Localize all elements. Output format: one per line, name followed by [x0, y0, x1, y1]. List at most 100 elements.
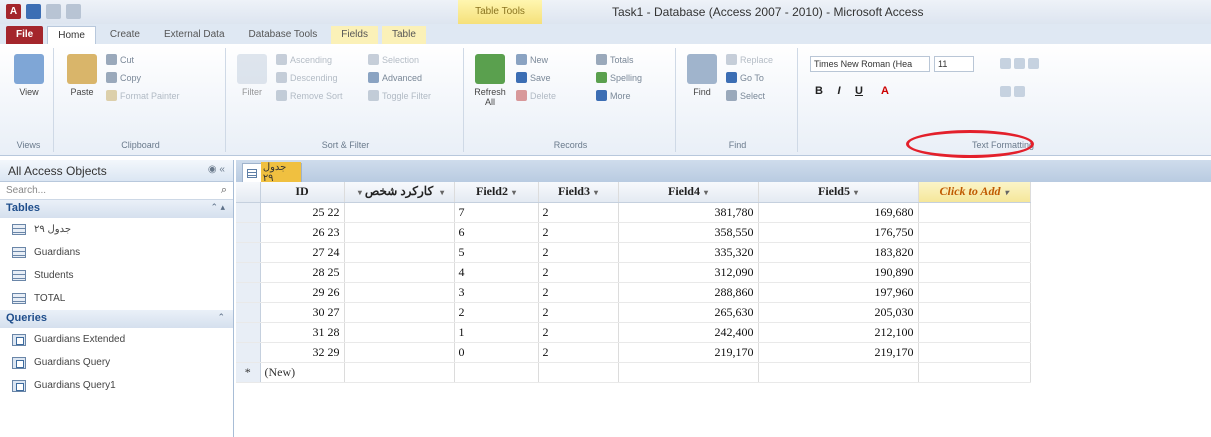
cell-f3[interactable]: 2: [538, 242, 619, 263]
cell-f3[interactable]: 2: [538, 282, 619, 303]
cell-empty[interactable]: [618, 362, 759, 383]
nav-search-box[interactable]: Search... ⌕: [0, 182, 233, 200]
italic-button[interactable]: I: [832, 84, 846, 98]
cell-f4[interactable]: 358,550: [618, 222, 759, 243]
cell-empty[interactable]: [344, 242, 455, 263]
select-all-corner[interactable]: [236, 182, 261, 203]
cell-empty[interactable]: [344, 342, 455, 363]
cell-f2[interactable]: 6: [454, 222, 539, 243]
cell-empty[interactable]: [344, 202, 455, 223]
access-logo-icon[interactable]: A: [6, 4, 21, 19]
table-row[interactable]: 25 22 7 2 381,780 169,680: [236, 202, 1031, 223]
cell-f2[interactable]: 5: [454, 242, 539, 263]
record-selector[interactable]: [236, 262, 261, 283]
column-header-field3[interactable]: Field3 ▾: [538, 182, 619, 203]
cell-empty[interactable]: [918, 282, 1031, 303]
cell-id[interactable]: 28 25: [260, 262, 345, 283]
copy-button[interactable]: Copy: [106, 72, 141, 83]
cell-empty[interactable]: [454, 362, 539, 383]
dropdown-arrow-icon[interactable]: ▾: [704, 188, 708, 197]
record-selector[interactable]: [236, 242, 261, 263]
column-header-field4[interactable]: Field4 ▾: [618, 182, 759, 203]
tab-home[interactable]: Home: [47, 26, 96, 44]
spelling-button[interactable]: Spelling: [596, 72, 642, 83]
cut-button[interactable]: Cut: [106, 54, 134, 65]
cell-empty[interactable]: [538, 362, 619, 383]
cell-f4[interactable]: 219,170: [618, 342, 759, 363]
cell-empty[interactable]: [918, 242, 1031, 263]
column-header-field2[interactable]: Field2 ▾: [454, 182, 539, 203]
cell-f2[interactable]: 0: [454, 342, 539, 363]
cell-f5[interactable]: 219,170: [758, 342, 919, 363]
cell-f5[interactable]: 176,750: [758, 222, 919, 243]
cell-f3[interactable]: 2: [538, 302, 619, 323]
dropdown-arrow-icon[interactable]: ▾: [594, 188, 598, 197]
cell-f4[interactable]: 288,860: [618, 282, 759, 303]
record-selector[interactable]: [236, 302, 261, 323]
find-button[interactable]: Find: [682, 50, 722, 112]
cell-f4[interactable]: 335,320: [618, 242, 759, 263]
cell-f5[interactable]: 169,680: [758, 202, 919, 223]
toggle-filter-button[interactable]: Toggle Filter: [368, 90, 431, 101]
record-selector[interactable]: [236, 222, 261, 243]
selection-button[interactable]: Selection: [368, 54, 419, 65]
dropdown-arrow-icon[interactable]: ▾: [440, 188, 444, 197]
column-header-click-to-add[interactable]: Click to Add ▾: [918, 182, 1031, 203]
cell-id[interactable]: 31 28: [260, 322, 345, 343]
tab-external-data[interactable]: External Data: [154, 26, 235, 44]
table-row[interactable]: 29 26 3 2 288,860 197,960: [236, 282, 1031, 303]
cell-id[interactable]: 30 27: [260, 302, 345, 323]
new-record-row[interactable]: * (New): [236, 362, 1031, 383]
cell-empty[interactable]: [918, 302, 1031, 323]
font-name-dropdown[interactable]: Times New Roman (Hea: [810, 56, 930, 72]
cell-empty[interactable]: [918, 342, 1031, 363]
cell-f3[interactable]: 2: [538, 202, 619, 223]
cell-empty[interactable]: [758, 362, 919, 383]
cell-f2[interactable]: 3: [454, 282, 539, 303]
nav-item-guardians-query1[interactable]: Guardians Query1: [0, 374, 233, 397]
tab-database-tools[interactable]: Database Tools: [239, 26, 328, 44]
table-row[interactable]: 31 28 1 2 242,400 212,100: [236, 322, 1031, 343]
cell-id[interactable]: 25 22: [260, 202, 345, 223]
search-icon[interactable]: ⌕: [221, 184, 227, 197]
table-row[interactable]: 27 24 5 2 335,320 183,820: [236, 242, 1031, 263]
cell-f3[interactable]: 2: [538, 342, 619, 363]
cell-f4[interactable]: 381,780: [618, 202, 759, 223]
cell-f5[interactable]: 212,100: [758, 322, 919, 343]
cell-id[interactable]: 29 26: [260, 282, 345, 303]
goto-button[interactable]: Go To: [726, 72, 764, 83]
record-selector[interactable]: [236, 202, 261, 223]
save-icon[interactable]: [26, 4, 41, 19]
cell-f3[interactable]: 2: [538, 262, 619, 283]
nav-item-guardians-query[interactable]: Guardians Query: [0, 351, 233, 374]
nav-item-guardians-extended[interactable]: Guardians Extended: [0, 328, 233, 351]
filter-button[interactable]: Filter: [232, 50, 272, 112]
paste-button[interactable]: Paste: [62, 50, 102, 112]
select-button[interactable]: Select: [726, 90, 765, 101]
cell-empty[interactable]: [344, 222, 455, 243]
ascending-button[interactable]: Ascending: [276, 54, 332, 65]
nav-pane-header[interactable]: All Access Objects ◉ «: [0, 160, 233, 182]
cell-f3[interactable]: 2: [538, 222, 619, 243]
bold-button[interactable]: B: [812, 84, 826, 98]
tab-create[interactable]: Create: [100, 26, 150, 44]
dropdown-arrow-icon[interactable]: ▾: [1004, 188, 1008, 197]
tab-table[interactable]: Table: [381, 26, 426, 44]
new-record-button[interactable]: New: [516, 54, 548, 65]
dropdown-arrow-icon[interactable]: ▾: [854, 188, 858, 197]
align-buttons[interactable]: [1000, 58, 1039, 69]
nav-group-queries[interactable]: Queries ⌃: [0, 310, 233, 328]
advanced-button[interactable]: Advanced: [368, 72, 422, 83]
column-header-name[interactable]: ▾ كاركرد شخص ▾: [344, 182, 455, 203]
cell-empty[interactable]: [344, 362, 455, 383]
cell-f4[interactable]: 242,400: [618, 322, 759, 343]
chevron-up-icon[interactable]: ⌃ ▴: [210, 202, 225, 213]
cell-empty[interactable]: [918, 262, 1031, 283]
save-record-button[interactable]: Save: [516, 72, 551, 83]
cell-f2[interactable]: 4: [454, 262, 539, 283]
cell-empty[interactable]: [918, 322, 1031, 343]
delete-record-button[interactable]: Delete: [516, 90, 556, 101]
table-row[interactable]: 28 25 4 2 312,090 190,890: [236, 262, 1031, 283]
cell-f4[interactable]: 265,630: [618, 302, 759, 323]
table-row[interactable]: 26 23 6 2 358,550 176,750: [236, 222, 1031, 243]
